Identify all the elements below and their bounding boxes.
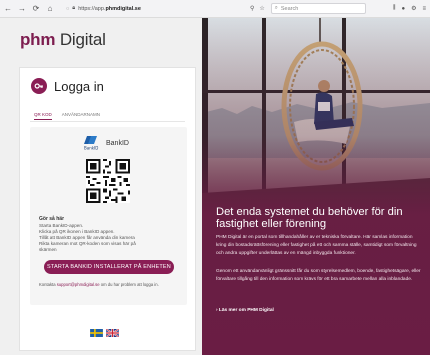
library-icon[interactable]: ⫼ bbox=[393, 5, 396, 12]
tab-username[interactable]: ANVÄNDARNAMN bbox=[62, 112, 100, 120]
back-arrow-icon[interactable]: ← bbox=[2, 3, 14, 15]
permissions-icon[interactable]: ⚲ bbox=[250, 5, 254, 12]
bankid-box: BankID BankID Gör så här Starta BankID-a… bbox=[30, 127, 187, 305]
login-tabs: QR KOD ANVÄNDARNAMN bbox=[34, 112, 100, 120]
how-to-steps: Starta BankID-appen. Klicka på QR ikonen… bbox=[39, 223, 179, 253]
read-more-link[interactable]: › Läs mer om PHM Digital bbox=[216, 308, 274, 313]
hero-section: Det enda systemet du behöver för din fas… bbox=[202, 18, 430, 355]
bankid-label: BankID bbox=[106, 140, 129, 147]
account-icon[interactable]: ● bbox=[401, 6, 405, 12]
search-placeholder: Search bbox=[280, 5, 299, 12]
login-card: Logga in QR KOD ANVÄNDARNAMN BankID Bank… bbox=[19, 67, 196, 351]
menu-icon[interactable]: ≡ bbox=[422, 6, 426, 12]
hero-photo bbox=[202, 18, 430, 355]
uk-flag-icon[interactable] bbox=[106, 329, 119, 337]
extensions-icon[interactable]: ⚙ bbox=[411, 5, 416, 12]
forward-arrow-icon[interactable]: → bbox=[16, 3, 28, 15]
login-panel: phm Digital Logga in QR KOD ANVÄNDARNAMN… bbox=[0, 18, 202, 355]
login-title: Logga in bbox=[54, 79, 104, 94]
reload-icon[interactable]: ⟳ bbox=[30, 3, 42, 15]
step-line: skärmen bbox=[39, 247, 57, 252]
support-email-link[interactable]: support@phmdigital.se bbox=[57, 282, 100, 287]
brand-logo: phm Digital bbox=[20, 30, 106, 49]
qr-code bbox=[86, 159, 130, 203]
bankid-logo-icon: BankID bbox=[84, 136, 98, 151]
hero-paragraph-2: Genom ett användarvänligt gränssnitt får… bbox=[216, 269, 421, 282]
language-flags bbox=[90, 329, 119, 337]
hero-title: Det enda systemet du behöver för din fas… bbox=[216, 206, 403, 230]
address-bar[interactable]: ◌ 🔒︎ https://app.phmdigital.se bbox=[66, 3, 236, 15]
search-input[interactable]: ⌕ Search bbox=[270, 3, 366, 14]
how-to-title: Gör så här bbox=[39, 216, 65, 222]
browser-toolbar: ← → ⟳ ⌂ ◌ 🔒︎ https://app.phmdigital.se ⚲… bbox=[0, 0, 430, 18]
tab-qr-code[interactable]: QR KOD bbox=[34, 112, 52, 120]
start-bankid-button[interactable]: STARTA BANKID INSTALLERAT PÅ ENHETEN bbox=[44, 260, 174, 274]
bookmark-star-icon[interactable]: ☆ bbox=[259, 5, 264, 12]
key-icon bbox=[31, 78, 47, 94]
shield-icon: ◌ bbox=[66, 5, 70, 12]
url-text: https://app.phmdigital.se bbox=[78, 5, 141, 12]
search-icon: ⌕ bbox=[274, 5, 278, 11]
lock-icon: 🔒︎ bbox=[72, 5, 76, 11]
brand-digital: Digital bbox=[59, 30, 106, 49]
tab-divider bbox=[30, 121, 185, 122]
svg-text:BankID: BankID bbox=[84, 146, 98, 151]
swedish-flag-icon[interactable] bbox=[90, 329, 103, 337]
home-icon[interactable]: ⌂ bbox=[44, 3, 56, 15]
support-text: Kontakta support@phmdigital.se om du har… bbox=[39, 282, 159, 287]
hero-paragraph-1: PHM Digital är en portal som tillhandahå… bbox=[216, 235, 417, 256]
